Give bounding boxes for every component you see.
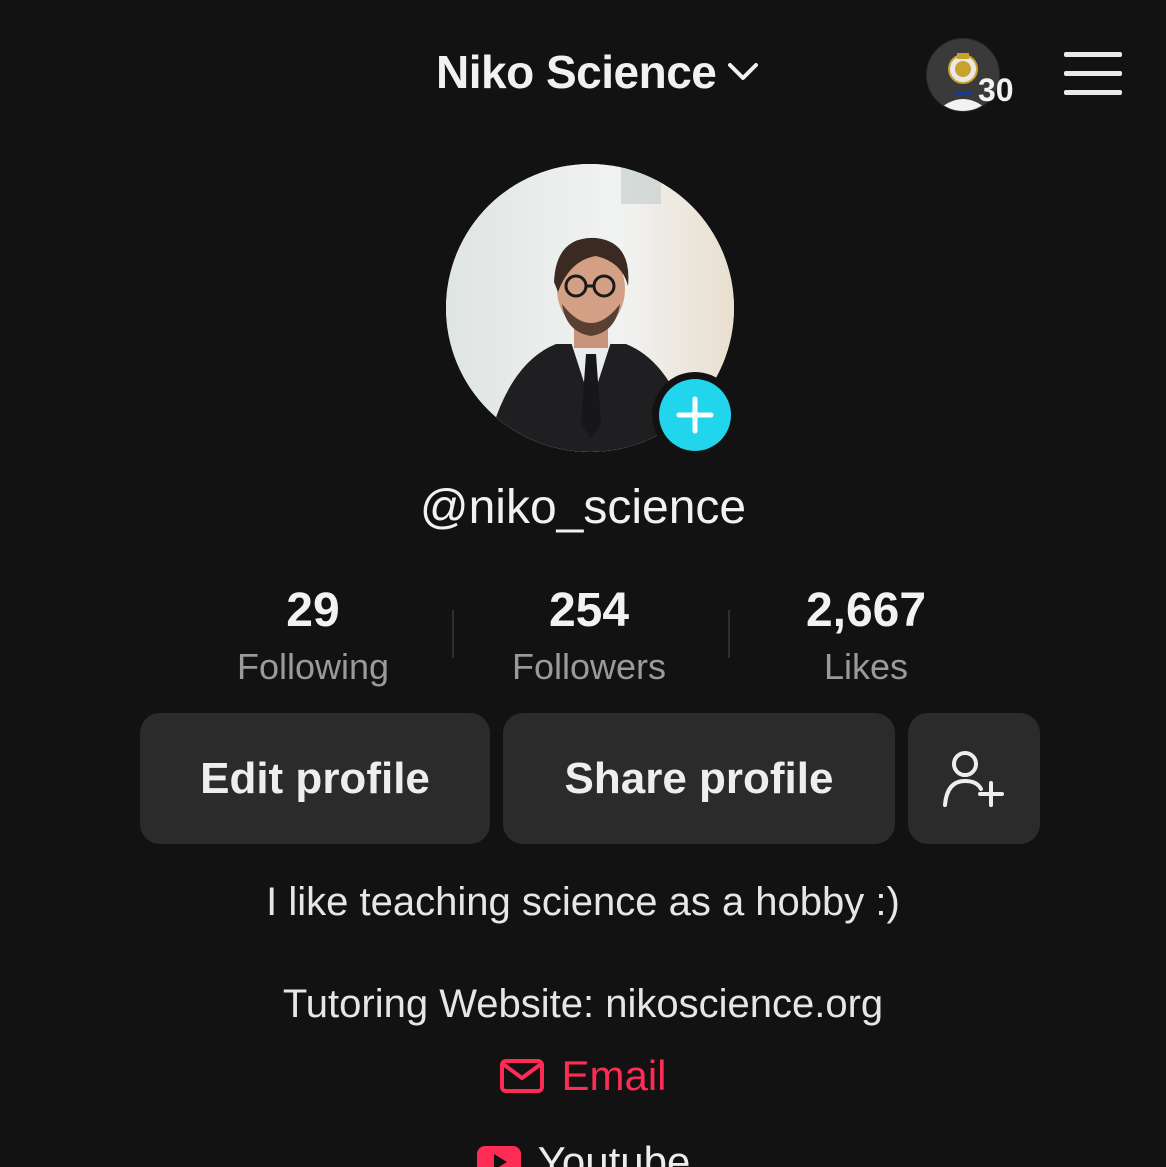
- stat-divider: [728, 610, 730, 658]
- add-friends-button[interactable]: [908, 713, 1040, 844]
- stat-likes[interactable]: 2,667 Likes: [736, 580, 996, 692]
- stat-following[interactable]: 29 Following: [183, 580, 443, 692]
- account-switcher[interactable]: Niko Science: [436, 40, 762, 104]
- stat-followers[interactable]: 254 Followers: [459, 580, 719, 692]
- email-label: Email: [561, 1052, 667, 1099]
- stat-label: Following: [236, 646, 390, 687]
- share-profile-button[interactable]: Share profile: [503, 713, 895, 844]
- stat-label: Followers: [511, 646, 667, 687]
- stat-divider: [452, 610, 454, 658]
- profile-avatar-wrap: [446, 164, 738, 458]
- chevron-down-icon: [728, 63, 759, 80]
- add-story-button[interactable]: [652, 372, 738, 458]
- stat-value: 2,667: [805, 584, 927, 637]
- youtube-label: Youtube: [537, 1138, 691, 1167]
- profile-screen: Niko Science 30 @niko_science 29 Followi…: [0, 0, 1166, 1167]
- profile-stats: 29 Following 254 Followers 2,667 Likes: [0, 580, 1166, 690]
- mail-icon: [500, 1059, 545, 1093]
- story-badge[interactable]: 30: [926, 38, 1014, 112]
- edit-profile-button[interactable]: Edit profile: [140, 713, 490, 844]
- stat-value: 254: [548, 584, 630, 637]
- stat-value: 29: [286, 584, 340, 637]
- username-handle: @niko_science: [419, 481, 747, 534]
- bio-text: I like teaching science as a hobby :): [266, 880, 900, 924]
- youtube-link[interactable]: Youtube: [0, 1138, 1166, 1167]
- account-name: Niko Science: [436, 46, 717, 98]
- youtube-icon: [476, 1146, 521, 1167]
- menu-icon[interactable]: [1064, 52, 1124, 98]
- story-count: 30: [978, 72, 1014, 108]
- email-link[interactable]: Email: [0, 1052, 1166, 1100]
- plus-icon: [659, 379, 731, 451]
- stat-label: Likes: [823, 646, 909, 687]
- add-user-icon: [943, 750, 1004, 807]
- website-text: Tutoring Website: nikoscience.org: [282, 982, 884, 1026]
